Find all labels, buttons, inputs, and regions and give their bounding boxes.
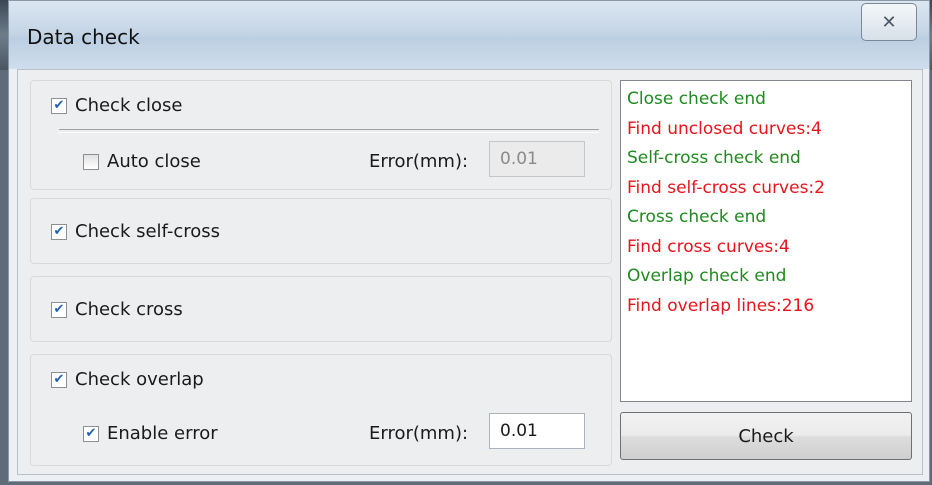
check-overlap-label: Check overlap — [75, 369, 204, 390]
enable-error-checkbox[interactable]: ✔ — [83, 425, 99, 442]
log-line: Find unclosed curves:4 — [627, 118, 822, 139]
check-button-label: Check — [738, 425, 794, 447]
check-overlap-checkbox[interactable]: ✔ — [51, 371, 67, 388]
group-divider — [59, 129, 599, 133]
enable-error-label: Enable error — [107, 423, 218, 444]
overlap-error-label: Error(mm): — [369, 423, 469, 444]
check-close-group: ✔ Check close ✔ Auto close Error(mm): 0.… — [30, 80, 612, 190]
auto-close-label: Auto close — [107, 151, 201, 172]
check-cross-label: Check cross — [75, 299, 183, 320]
auto-close-option[interactable]: ✔ Auto close — [83, 151, 201, 172]
check-self-cross-option[interactable]: ✔ Check self-cross — [51, 221, 220, 242]
check-cross-group: ✔ Check cross — [30, 276, 612, 342]
check-button[interactable]: Check — [620, 412, 912, 460]
overlap-error-input[interactable]: 0.01 — [489, 413, 585, 449]
auto-close-checkbox[interactable]: ✔ — [83, 153, 99, 170]
log-line: Self-cross check end — [627, 148, 801, 168]
enable-error-option[interactable]: ✔ Enable error — [83, 423, 218, 444]
check-cross-checkbox[interactable]: ✔ — [51, 301, 67, 318]
check-close-option[interactable]: ✔ Check close — [51, 95, 182, 116]
title-bar: Data check ✕ — [9, 1, 929, 69]
close-error-value: 0.01 — [500, 149, 538, 169]
check-close-checkbox[interactable]: ✔ — [51, 97, 67, 114]
check-cross-option[interactable]: ✔ Check cross — [51, 299, 183, 320]
log-line: Close check end — [627, 89, 766, 109]
log-line: Overlap check end — [627, 266, 787, 286]
close-error-label: Error(mm): — [369, 151, 469, 172]
data-check-dialog: Data check ✕ ✔ Check close ✔ Auto close … — [8, 0, 930, 482]
close-button[interactable]: ✕ — [861, 3, 917, 41]
check-self-cross-checkbox[interactable]: ✔ — [51, 223, 67, 240]
overlap-error-value: 0.01 — [500, 421, 538, 441]
log-line: Find overlap lines:216 — [627, 295, 815, 316]
dialog-body: ✔ Check close ✔ Auto close Error(mm): 0.… — [17, 69, 923, 475]
check-overlap-option[interactable]: ✔ Check overlap — [51, 369, 204, 390]
log-line: Cross check end — [627, 207, 767, 227]
dialog-title: Data check — [27, 25, 140, 49]
result-log[interactable]: Close check end Find unclosed curves:4 Sel… — [620, 80, 912, 402]
check-self-cross-group: ✔ Check self-cross — [30, 198, 612, 264]
check-self-cross-label: Check self-cross — [75, 221, 221, 242]
log-line: Find cross curves:4 — [627, 236, 790, 257]
close-icon: ✕ — [881, 11, 897, 33]
check-overlap-group: ✔ Check overlap ✔ Enable error Error(mm)… — [30, 354, 612, 466]
log-line: Find self-cross curves:2 — [627, 177, 825, 198]
check-close-label: Check close — [75, 95, 183, 116]
close-error-input[interactable]: 0.01 — [489, 141, 585, 177]
